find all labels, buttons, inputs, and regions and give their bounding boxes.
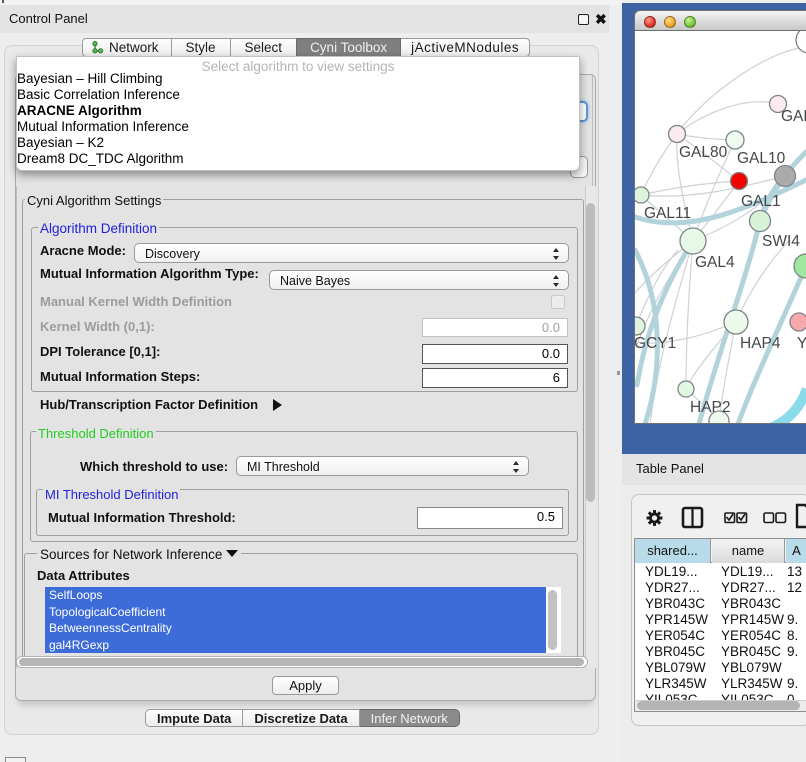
svg-text:GAL11: GAL11	[644, 205, 691, 222]
svg-text:GAL7: GAL7	[781, 108, 806, 125]
svg-text:SWI4: SWI4	[762, 233, 800, 250]
svg-text:HAP4: HAP4	[740, 335, 781, 352]
svg-text:GCY1: GCY1	[635, 335, 676, 352]
svg-text:GAL10: GAL10	[737, 150, 786, 167]
svg-text:GAL80: GAL80	[679, 144, 728, 161]
svg-text:Y: Y	[797, 335, 806, 352]
svg-text:HAP2: HAP2	[690, 399, 731, 416]
svg-text:GAL1: GAL1	[741, 193, 781, 210]
svg-text:GAL4: GAL4	[695, 254, 735, 271]
